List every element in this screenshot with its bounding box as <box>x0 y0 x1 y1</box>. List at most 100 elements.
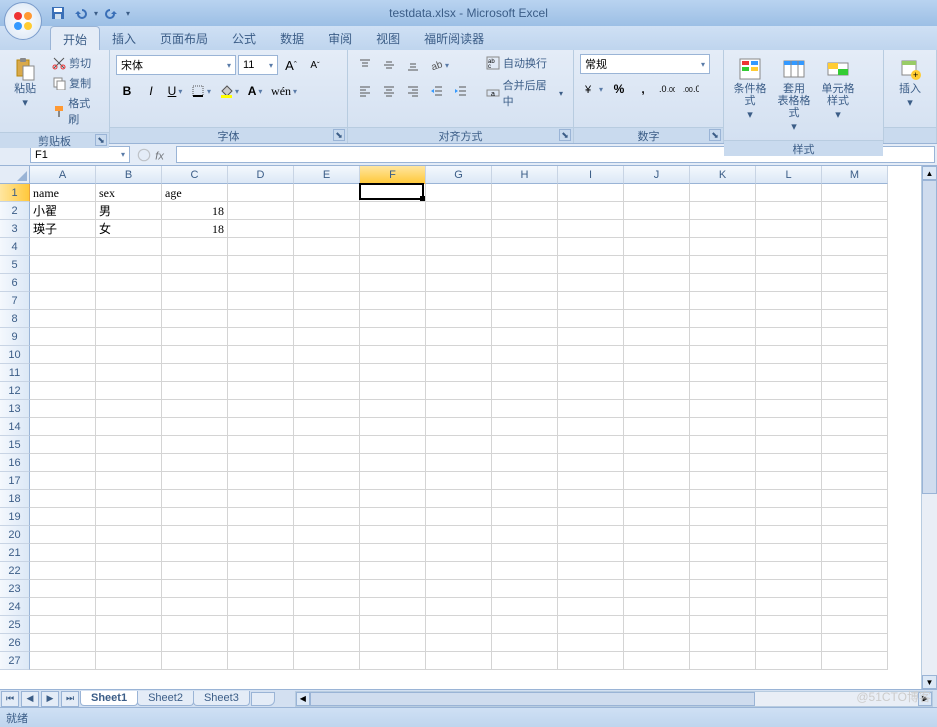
cell[interactable] <box>690 346 756 364</box>
cell[interactable] <box>228 220 294 238</box>
cell[interactable] <box>30 490 96 508</box>
cell[interactable] <box>228 436 294 454</box>
cell[interactable] <box>624 238 690 256</box>
cell[interactable] <box>492 202 558 220</box>
cell[interactable] <box>228 508 294 526</box>
cell[interactable] <box>294 382 360 400</box>
cell[interactable] <box>360 202 426 220</box>
cell[interactable] <box>426 508 492 526</box>
column-header[interactable]: E <box>294 166 360 184</box>
cell[interactable] <box>360 328 426 346</box>
cell[interactable] <box>624 256 690 274</box>
cell[interactable] <box>162 598 228 616</box>
cell[interactable] <box>294 436 360 454</box>
cell[interactable] <box>558 526 624 544</box>
cell[interactable] <box>756 472 822 490</box>
column-header[interactable]: D <box>228 166 294 184</box>
cell[interactable] <box>30 652 96 670</box>
row-header[interactable]: 20 <box>0 526 30 544</box>
column-header[interactable]: L <box>756 166 822 184</box>
wrap-text-button[interactable]: abc自动换行 <box>482 54 567 72</box>
cell[interactable] <box>360 292 426 310</box>
cell[interactable] <box>162 454 228 472</box>
cell[interactable] <box>30 328 96 346</box>
cell[interactable] <box>162 580 228 598</box>
cell[interactable] <box>162 274 228 292</box>
cell[interactable] <box>426 634 492 652</box>
cell[interactable] <box>162 418 228 436</box>
cell[interactable] <box>162 436 228 454</box>
cell[interactable] <box>294 292 360 310</box>
cell[interactable] <box>690 580 756 598</box>
cell[interactable] <box>624 508 690 526</box>
cell[interactable] <box>228 616 294 634</box>
cell[interactable] <box>756 328 822 346</box>
cell[interactable] <box>360 652 426 670</box>
cell[interactable] <box>756 652 822 670</box>
align-center-button[interactable] <box>378 80 400 102</box>
cell[interactable] <box>30 526 96 544</box>
cell[interactable] <box>822 292 888 310</box>
vertical-scrollbar[interactable]: ▲ ▼ <box>921 166 937 689</box>
cell[interactable] <box>360 544 426 562</box>
cell[interactable] <box>30 292 96 310</box>
copy-button[interactable]: 复制 <box>48 74 103 92</box>
cell[interactable] <box>228 310 294 328</box>
cell[interactable] <box>426 274 492 292</box>
cell[interactable] <box>756 400 822 418</box>
cell[interactable] <box>558 364 624 382</box>
cell[interactable] <box>558 202 624 220</box>
cell[interactable] <box>558 454 624 472</box>
ribbon-tab[interactable]: 数据 <box>268 26 316 50</box>
column-header[interactable]: G <box>426 166 492 184</box>
cell[interactable] <box>360 310 426 328</box>
cell[interactable] <box>624 544 690 562</box>
cell[interactable] <box>162 490 228 508</box>
cell[interactable] <box>228 328 294 346</box>
cell[interactable] <box>294 508 360 526</box>
cell[interactable] <box>162 652 228 670</box>
row-header[interactable]: 10 <box>0 346 30 364</box>
align-bottom-button[interactable] <box>402 54 424 76</box>
cell[interactable] <box>426 346 492 364</box>
cell[interactable] <box>624 490 690 508</box>
cell[interactable] <box>624 346 690 364</box>
new-sheet-button[interactable] <box>251 692 275 706</box>
cell[interactable] <box>690 310 756 328</box>
cell[interactable] <box>690 256 756 274</box>
cell[interactable] <box>756 310 822 328</box>
column-header[interactable]: H <box>492 166 558 184</box>
cell[interactable] <box>822 184 888 202</box>
cell[interactable] <box>690 652 756 670</box>
cell[interactable] <box>558 472 624 490</box>
dialog-launcher-icon[interactable]: ⬊ <box>559 129 571 141</box>
cell[interactable] <box>624 364 690 382</box>
row-header[interactable]: 15 <box>0 436 30 454</box>
cell[interactable] <box>228 400 294 418</box>
cell[interactable] <box>30 418 96 436</box>
cell[interactable] <box>96 436 162 454</box>
cell[interactable] <box>30 436 96 454</box>
cell[interactable] <box>360 526 426 544</box>
cell[interactable] <box>96 544 162 562</box>
cell[interactable] <box>228 490 294 508</box>
cell[interactable] <box>558 346 624 364</box>
ribbon-tab[interactable]: 福昕阅读器 <box>412 26 496 50</box>
cell[interactable]: sex <box>96 184 162 202</box>
cell[interactable]: 女 <box>96 220 162 238</box>
cell[interactable] <box>228 418 294 436</box>
cell[interactable] <box>822 238 888 256</box>
cell[interactable] <box>822 634 888 652</box>
cell[interactable] <box>822 598 888 616</box>
cell[interactable] <box>426 220 492 238</box>
cell[interactable] <box>822 526 888 544</box>
cell[interactable] <box>558 418 624 436</box>
cell[interactable] <box>624 634 690 652</box>
cell[interactable] <box>294 274 360 292</box>
row-header[interactable]: 21 <box>0 544 30 562</box>
cell[interactable] <box>822 256 888 274</box>
cell[interactable] <box>30 562 96 580</box>
cell[interactable] <box>294 346 360 364</box>
cell[interactable] <box>822 580 888 598</box>
cell[interactable] <box>96 274 162 292</box>
